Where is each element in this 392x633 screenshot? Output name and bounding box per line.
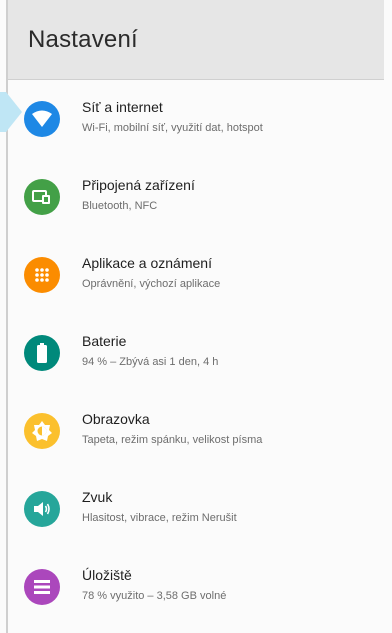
settings-item-subtitle: Oprávnění, výchozí aplikace [82,278,221,290]
battery-icon [24,335,60,371]
settings-item-title: Zvuk [82,489,113,505]
settings-item-subtitle: Hlasitost, vibrace, režim Nerušit [82,512,237,524]
storage-icon [24,569,60,605]
apps-grid-icon [24,257,60,293]
settings-item-subtitle: Tapeta, režim spánku, velikost písma [82,434,263,446]
page-title: Nastavení [28,26,138,53]
devices-icon [24,179,60,215]
settings-list: Síť a internet Wi-Fi, mobilní síť, využi… [8,80,384,626]
settings-item-apps[interactable]: Aplikace a oznámení Oprávnění, výchozí a… [8,236,384,314]
settings-screen: Nastavení Síť a internet Wi-Fi, mobilní … [0,0,392,633]
settings-item-title: Obrazovka [82,411,150,427]
settings-item-subtitle: 94 % – Zbývá asi 1 den, 4 h [82,356,219,368]
settings-item-title: Aplikace a oznámení [82,255,212,271]
settings-item-subtitle: 78 % využito – 3,58 GB volné [82,590,227,602]
settings-item-network[interactable]: Síť a internet Wi-Fi, mobilní síť, využi… [8,80,384,158]
settings-item-display[interactable]: Obrazovka Tapeta, režim spánku, velikost… [8,392,384,470]
settings-item-title: Baterie [82,333,127,349]
settings-item-sound[interactable]: Zvuk Hlasitost, vibrace, režim Nerušit [8,470,384,548]
settings-item-battery[interactable]: Baterie 94 % – Zbývá asi 1 den, 4 h [8,314,384,392]
volume-icon [24,491,60,527]
settings-item-connected-devices[interactable]: Připojená zařízení Bluetooth, NFC [8,158,384,236]
settings-item-title: Úložiště [82,567,132,583]
settings-item-subtitle: Wi-Fi, mobilní síť, využití dat, hotspot [82,122,263,134]
app-bar: Nastavení [8,0,384,80]
settings-item-title: Připojená zařízení [82,177,195,193]
brightness-icon [24,413,60,449]
settings-item-storage[interactable]: Úložiště 78 % využito – 3,58 GB volné [8,548,384,626]
wifi-icon [24,101,60,137]
settings-item-title: Síť a internet [82,99,163,115]
settings-item-subtitle: Bluetooth, NFC [82,200,158,212]
